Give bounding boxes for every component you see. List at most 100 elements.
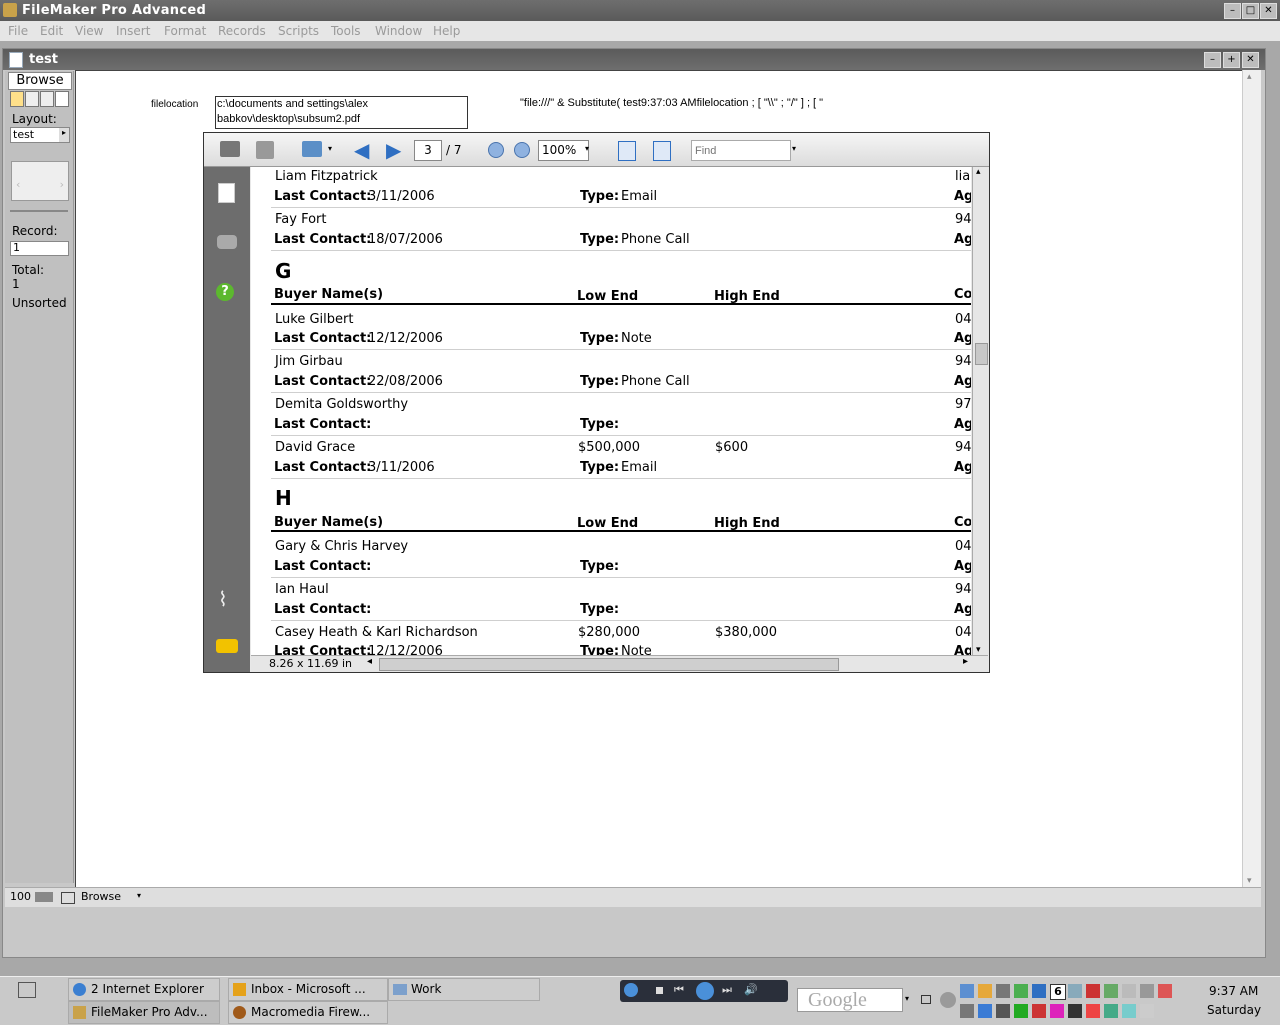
page-number-input[interactable]: 3 [414,140,442,161]
tray-icon-2[interactable] [978,984,992,998]
tray-icon-3[interactable] [996,984,1010,998]
tray-badge-icon[interactable]: 6 [1050,984,1066,1000]
filelocation-field[interactable]: c:\documents and settings\alex babkov\de… [215,96,468,129]
tray-icon-15[interactable] [996,1004,1010,1018]
email-dropdown-icon[interactable]: ▾ [328,144,332,153]
pdf-horizontal-scrollbar[interactable]: 8.26 x 11.69 in ◂ ▸ [251,655,988,672]
status-toggle-icon[interactable] [61,892,75,904]
preview-tool-icon[interactable] [55,91,69,107]
next-page-icon[interactable]: ▶ [386,138,401,162]
mode-popup-dropdown-icon[interactable]: ▾ [137,891,141,900]
doc-close-button[interactable]: ✕ [1242,52,1259,68]
stop-icon[interactable] [656,987,663,994]
help-icon[interactable]: ? [216,283,234,301]
save-icon[interactable] [256,141,274,159]
tray-icon-20[interactable] [1086,1004,1100,1018]
window-vertical-scrollbar[interactable]: ▴ ▾ [1242,70,1261,888]
find-tool-icon[interactable] [25,91,39,107]
taskbar-button-filemaker[interactable]: FileMaker Pro Adv... [68,1001,220,1024]
pdf-scroll-down-icon[interactable]: ▾ [976,645,981,655]
taskbar-button-internet-explorer[interactable]: 2 Internet Explorer [68,978,220,1001]
tray-expand-icon[interactable] [940,992,956,1008]
zoom-select[interactable]: 100% [538,140,589,161]
volume-icon[interactable]: 🔊 [744,983,758,996]
minimize-button[interactable]: – [1224,3,1241,19]
tray-icon-9[interactable] [1104,984,1118,998]
email-icon[interactable] [302,141,322,157]
menu-scripts[interactable]: Scripts [278,24,319,38]
tray-icon-19[interactable] [1068,1004,1082,1018]
menu-help[interactable]: Help [433,24,460,38]
pdf-scroll-right-icon[interactable]: ▸ [963,656,968,667]
zoom-in-icon[interactable] [514,142,530,158]
menu-records[interactable]: Records [218,24,266,38]
doc-maximize-button[interactable]: + [1223,52,1240,68]
start-icon[interactable] [18,982,36,998]
tray-icon-17[interactable] [1032,1004,1046,1018]
zoom-level[interactable]: 100 [10,890,31,903]
binoculars-icon[interactable] [217,235,237,249]
tray-icon-4[interactable] [1014,984,1028,998]
menu-file[interactable]: File [8,24,28,38]
fit-width-icon[interactable] [618,141,636,161]
book-navigator[interactable]: ‹ › [11,161,69,201]
layout-tool-icon[interactable] [40,91,54,107]
tray-icon-5[interactable] [1032,984,1046,998]
tray-icon-23[interactable] [1140,1004,1154,1018]
menu-format[interactable]: Format [164,24,206,38]
pdf-scroll-left-icon[interactable]: ◂ [367,656,372,667]
taskbar-button-work[interactable]: Work [388,978,540,1001]
clock-time[interactable]: 9:37 AM [1209,984,1258,998]
fit-page-icon[interactable] [653,141,671,161]
tray-icon-10[interactable] [1122,984,1136,998]
tray-icon-12[interactable] [1158,984,1172,998]
menu-edit[interactable]: Edit [40,24,63,38]
play-icon[interactable] [624,983,638,997]
tray-icon-8[interactable] [1086,984,1100,998]
record-number-input[interactable]: 1 [10,241,69,256]
pdf-vertical-scrollbar[interactable]: ▴ ▾ [972,167,989,655]
book-prev-icon[interactable]: ‹ [16,178,20,191]
tray-icon-13[interactable] [960,1004,974,1018]
zoom-out-icon[interactable] [488,142,504,158]
search-dropdown-icon[interactable]: ▾ [905,994,909,1003]
close-button[interactable]: ✕ [1260,3,1277,19]
menu-window[interactable]: Window [375,24,422,38]
toolbar-icon[interactable] [921,995,931,1004]
maximize-button[interactable]: □ [1242,3,1259,19]
scroll-down-icon[interactable]: ▾ [1247,876,1252,886]
layout-select[interactable]: test ▸ [10,127,70,143]
tray-icon-16[interactable] [1014,1004,1028,1018]
menu-insert[interactable]: Insert [116,24,150,38]
pdf-find-input[interactable] [691,140,791,161]
tray-icon-18[interactable] [1050,1004,1064,1018]
tray-icon-14[interactable] [978,1004,992,1018]
taskbar-button-inbox[interactable]: Inbox - Microsoft ... [228,978,388,1001]
doc-minimize-button[interactable]: – [1204,52,1221,68]
zoom-icon[interactable] [35,892,53,902]
comments-icon[interactable] [216,639,238,653]
zoom-dropdown-icon[interactable]: ▾ [585,144,589,153]
find-dropdown-icon[interactable]: ▾ [792,144,796,153]
tray-icon-22[interactable] [1122,1004,1136,1018]
tray-icon-1[interactable] [960,984,974,998]
book-next-icon[interactable]: › [60,178,64,191]
tray-icon-11[interactable] [1140,984,1154,998]
tray-icon-21[interactable] [1104,1004,1118,1018]
pdf-scroll-thumb[interactable] [975,343,988,365]
google-search-box[interactable]: Google [797,988,903,1012]
taskbar-button-fireworks[interactable]: Macromedia Firew... [228,1001,388,1024]
scroll-up-icon[interactable]: ▴ [1247,72,1252,82]
prev-page-icon[interactable]: ◀ [354,138,369,162]
pdf-hscroll-thumb[interactable] [379,658,839,671]
browse-tool-icon[interactable] [10,91,24,107]
next-track-icon[interactable]: ⏭ [722,983,732,997]
pdf-scroll-up-icon[interactable]: ▴ [976,167,981,177]
mode-tab[interactable]: Browse [8,72,72,90]
menu-tools[interactable]: Tools [331,24,361,38]
mode-popup[interactable]: Browse [81,890,121,903]
pause-icon[interactable] [696,982,714,1000]
paperclip-icon[interactable]: ⌇ [218,587,228,611]
previous-track-icon[interactable]: ⏮ [674,983,684,997]
tray-icon-7[interactable] [1068,984,1082,998]
